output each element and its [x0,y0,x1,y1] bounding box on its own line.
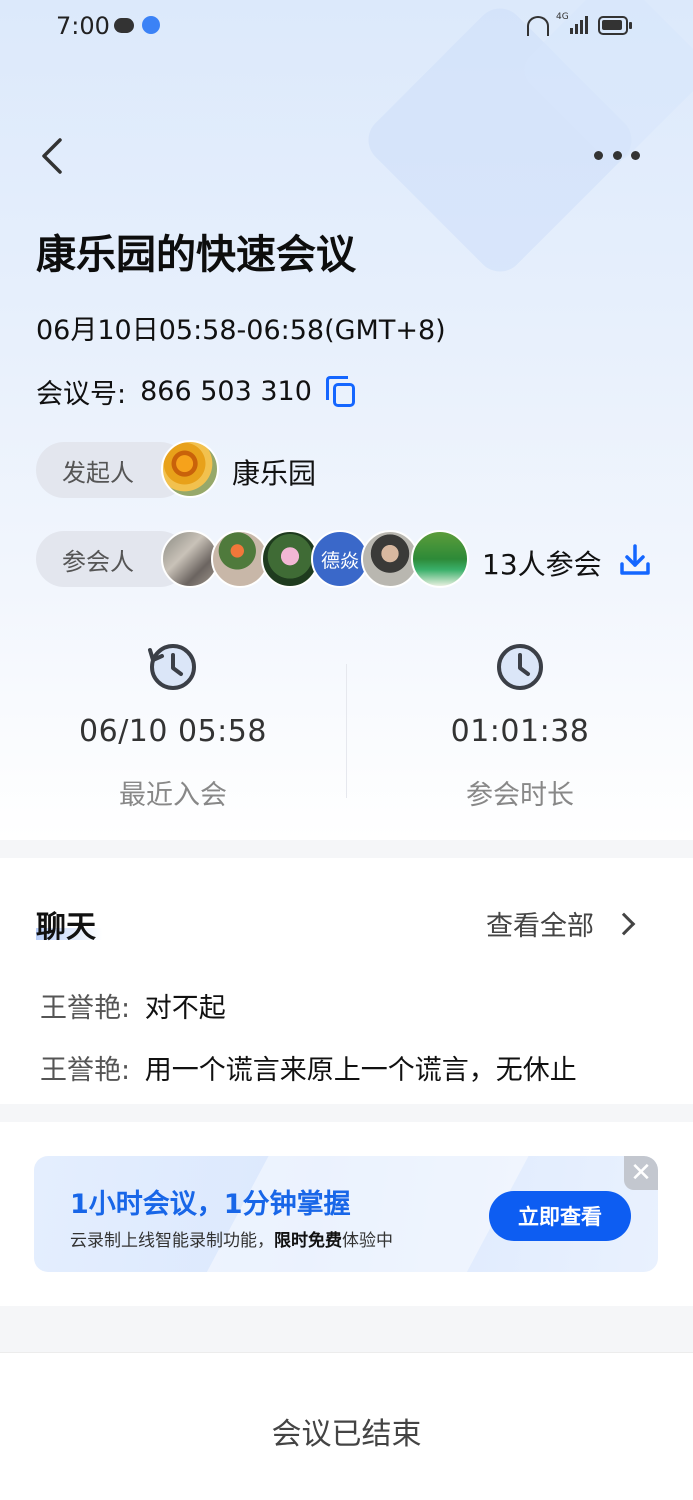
host-name: 康乐园 [232,457,317,490]
chat-message: 王誉艳: 对不起 [40,986,226,1025]
signal-icon [570,14,590,34]
attendee-count[interactable]: 13人参会 [482,543,602,583]
meeting-time-range: 06月10日05:58-06:58(GMT+8) [36,315,446,346]
more-horizontal-icon [594,150,603,160]
copy-icon[interactable] [325,375,356,408]
back-button[interactable] [32,134,74,178]
meeting-title: 康乐园的快速会议 [36,232,356,278]
more-options-button[interactable] [590,140,644,170]
meeting-id-label: 会议号: [36,379,127,410]
chat-card: 聊天 查看全部 王誉艳: 对不起 王誉艳: 用一个谎言来原上一个谎言，无休止 [0,858,693,1104]
chat-sender: 王誉艳: [40,1055,131,1086]
chat-notification-icon [114,18,134,33]
bottom-bar: 会议已结束 [0,1352,693,1500]
last-join-label: 最近入会 [119,780,227,811]
chevron-left-icon [42,138,62,174]
chat-message: 王誉艳: 用一个谎言来原上一个谎言，无休止 [40,1048,577,1087]
chat-sender: 王誉艳: [40,993,131,1024]
chat-text: 对不起 [144,993,226,1024]
meeting-id-value: 866 503 310 [140,376,312,407]
attendee-avatar[interactable] [411,530,469,588]
duration-value: 01:01:38 [450,714,590,749]
speed-icon [527,16,549,36]
promo-banner[interactable]: 1小时会议，1分钟掌握 云录制上线智能录制功能，限时免费体验中 立即查看 ✕ [34,1156,658,1272]
download-icon[interactable] [618,543,652,577]
last-join-stat: 06/10 05:58 最近入会 [33,640,313,812]
close-icon[interactable]: ✕ [624,1156,658,1190]
app-notification-icon [142,16,160,34]
promo-title: 1小时会议，1分钟掌握 [70,1189,351,1220]
network-type: 4G [556,12,569,22]
battery-icon [598,16,632,35]
chevron-right-icon [612,912,636,935]
promo-sub-highlight: 限时免费 [274,1231,342,1251]
clock-icon [494,640,546,692]
status-bar: 7:00 4G [0,0,693,56]
promo-subtitle: 云录制上线智能录制功能，限时免费体验中 [70,1226,393,1251]
stats-divider [346,664,347,798]
last-join-value: 06/10 05:58 [79,714,267,749]
view-all-label: 查看全部 [486,911,594,942]
status-time: 7:00 [56,12,110,40]
view-now-button[interactable]: 立即查看 [489,1191,631,1241]
history-clock-icon [147,640,199,692]
meeting-id-row: 会议号: 866 503 310 [36,372,356,411]
chat-text: 用一个谎言来原上一个谎言，无休止 [144,1055,577,1086]
promo-sub-text-end: 体验中 [342,1231,393,1251]
view-all-link[interactable]: 查看全部 [486,904,636,943]
meeting-ended-status: 会议已结束 [271,1417,422,1452]
chat-title: 聊天 [36,910,96,945]
promo-sub-text: 云录制上线智能录制功能， [70,1231,274,1251]
host-avatar[interactable] [161,440,219,498]
promo-card: 1小时会议，1分钟掌握 云录制上线智能录制功能，限时免费体验中 立即查看 ✕ [0,1122,693,1306]
duration-label: 参会时长 [466,780,574,811]
duration-stat: 01:01:38 参会时长 [380,640,660,812]
